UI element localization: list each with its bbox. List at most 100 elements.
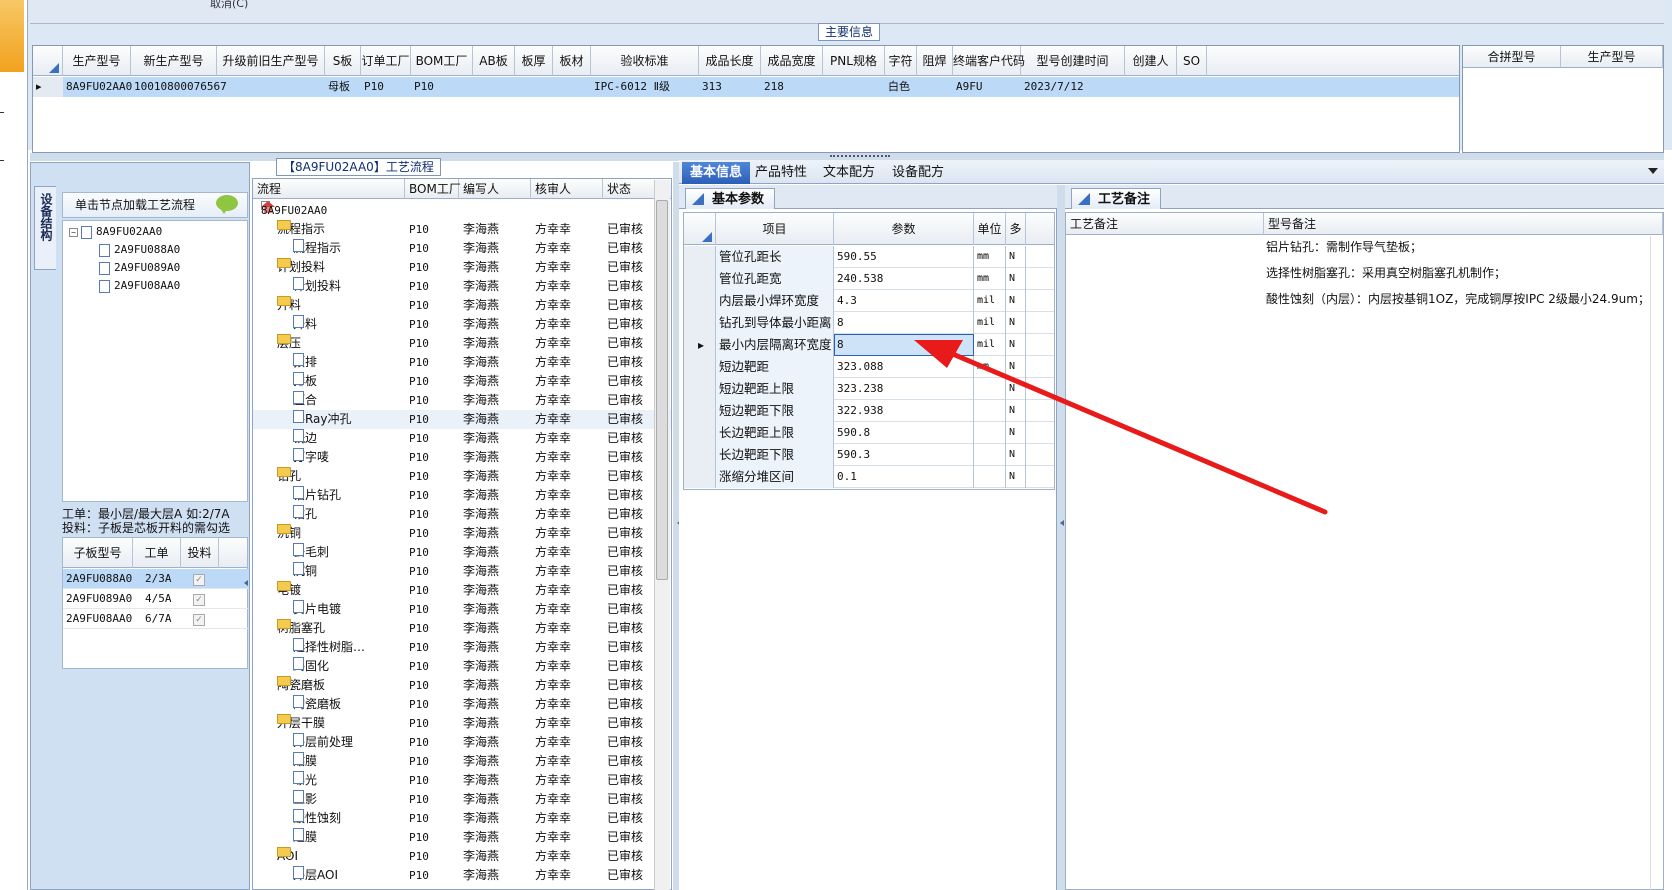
params-row[interactable]: 短边靶距下限 322.938 N bbox=[684, 400, 1054, 422]
params-row[interactable]: 内层最小焊环宽度 4.3 mil N bbox=[684, 290, 1054, 312]
param-value-cell[interactable]: 590.55 bbox=[834, 246, 974, 268]
params-col-header[interactable]: 参数 bbox=[834, 213, 974, 245]
vertical-splitter-b[interactable] bbox=[1057, 185, 1065, 890]
sub-board-grid[interactable]: 子板型号 工单 投料 2A9FU088A0 2/3A ✓ 2A9FU089A0 4/5A ✓ 2… bbox=[62, 537, 249, 669]
flow-row[interactable]: 钻孔 P10 李海燕 方幸幸 已审核 bbox=[253, 505, 671, 524]
sub-feed-cell[interactable]: ✓ bbox=[181, 609, 219, 629]
flow-row[interactable]: −电镀 P10 李海燕 方幸幸 已审核 bbox=[253, 581, 671, 600]
main-cell[interactable] bbox=[917, 77, 953, 97]
flow-row[interactable]: −外层干膜 P10 李海燕 方幸幸 已审核 bbox=[253, 714, 671, 733]
sub-grid-row[interactable]: 2A9FU088A0 2/3A ✓ bbox=[63, 569, 249, 589]
main-cell[interactable]: 10010800076567 bbox=[131, 77, 227, 97]
flow-row[interactable]: 外层AOI P10 李海燕 方幸幸 已审核 bbox=[253, 866, 671, 885]
flow-row[interactable]: 选择性树脂… P10 李海燕 方幸幸 已审核 bbox=[253, 638, 671, 657]
main-cell[interactable] bbox=[515, 77, 553, 97]
collapse-basic-arrow-icon[interactable] bbox=[1057, 520, 1064, 526]
main-cell[interactable]: A9FU bbox=[953, 77, 1021, 97]
main-col-header[interactable]: 升级前旧生产型号 bbox=[217, 46, 325, 76]
main-col-header[interactable]: 型号创建时间 bbox=[1021, 46, 1125, 76]
tab-2[interactable]: 文本配方 bbox=[815, 162, 883, 184]
params-row[interactable]: 管位孔距长 590.55 mm N bbox=[684, 246, 1054, 268]
flow-row[interactable]: 排板 P10 李海燕 方幸幸 已审核 bbox=[253, 372, 671, 391]
sub-col-header[interactable]: 工单 bbox=[133, 538, 181, 568]
orange-edge-tab[interactable] bbox=[0, 0, 24, 72]
process-flow-grid[interactable]: 流程BOM工厂编写人核审人状态 −8A9FU02AA0−流程指示P10李海燕方幸… bbox=[252, 178, 672, 890]
flow-row[interactable]: −钻孔 P10 李海燕 方幸幸 已审核 bbox=[253, 467, 671, 486]
collapse-left-arrow-icon[interactable] bbox=[241, 580, 248, 586]
flow-row[interactable]: −层压 P10 李海燕 方幸幸 已审核 bbox=[253, 334, 671, 353]
checkbox-checked-icon[interactable]: ✓ bbox=[193, 574, 205, 586]
flow-row[interactable]: 酸性蚀刻 P10 李海燕 方幸幸 已审核 bbox=[253, 809, 671, 828]
flow-row[interactable]: 压合 P10 李海燕 方幸幸 已审核 bbox=[253, 391, 671, 410]
main-col-header[interactable]: 新生产型号 bbox=[131, 46, 217, 76]
structure-tree-node[interactable]: 2A9FU08AA0 bbox=[99, 277, 180, 295]
sub-feed-cell[interactable]: ✓ bbox=[181, 589, 219, 609]
param-value-cell[interactable]: 322.938 bbox=[834, 400, 974, 422]
main-cell[interactable]: 8A9FU02AA0 bbox=[63, 77, 132, 97]
main-cell[interactable]: 白色 bbox=[885, 77, 917, 97]
sub-order-cell[interactable]: 2/3A bbox=[133, 569, 181, 589]
params-col-header[interactable]: 多 bbox=[1006, 213, 1026, 245]
main-cell[interactable]: 母板 bbox=[325, 77, 361, 97]
params-row[interactable]: 短边靶距上限 323.238 N bbox=[684, 378, 1054, 400]
flow-row[interactable]: −树脂塞孔 P10 李海燕 方幸幸 已审核 bbox=[253, 619, 671, 638]
flow-row[interactable]: −沉铜 P10 李海燕 方幸幸 已审核 bbox=[253, 524, 671, 543]
flow-row[interactable]: 沉铜 P10 李海燕 方幸幸 已审核 bbox=[253, 562, 671, 581]
flow-row[interactable]: 退膜 P10 李海燕 方幸幸 已审核 bbox=[253, 828, 671, 847]
main-col-header[interactable]: 验收标准 bbox=[591, 46, 699, 76]
flow-row[interactable]: 计划投料 P10 李海燕 方幸幸 已审核 bbox=[253, 277, 671, 296]
main-cell[interactable]: P10 bbox=[411, 77, 473, 97]
notes-col-header[interactable]: 工艺备注 bbox=[1066, 213, 1264, 235]
flow-row[interactable]: 开料 P10 李海燕 方幸幸 已审核 bbox=[253, 315, 671, 334]
main-col-header[interactable]: BOM工厂 bbox=[411, 46, 473, 76]
process-notes-subtab[interactable]: 工艺备注 bbox=[1071, 188, 1162, 209]
flow-col-header[interactable]: 核审人 bbox=[531, 179, 603, 199]
flow-row[interactable]: 陶瓷磨板 P10 李海燕 方幸幸 已审核 bbox=[253, 695, 671, 714]
param-value-cell[interactable]: 8 bbox=[834, 312, 974, 334]
tree-collapse-icon[interactable]: − bbox=[69, 227, 78, 237]
flow-row[interactable]: 负片电镀 P10 李海燕 方幸幸 已审核 bbox=[253, 600, 671, 619]
main-col-header[interactable]: 阻焊 bbox=[917, 46, 953, 76]
structure-tree-node[interactable]: 2A9FU088A0 bbox=[99, 241, 180, 259]
main-col-header[interactable]: S板 bbox=[325, 46, 361, 76]
flow-row[interactable]: 流程指示 P10 李海燕 方幸幸 已审核 bbox=[253, 239, 671, 258]
notes-scrollbar[interactable] bbox=[1650, 236, 1662, 890]
main-cell[interactable] bbox=[217, 77, 325, 97]
sub-model-cell[interactable]: 2A9FU088A0 bbox=[63, 569, 133, 589]
main-col-header[interactable]: 成品宽度 bbox=[761, 46, 823, 76]
structure-tree-node[interactable]: − 8A9FU02AA0 bbox=[69, 223, 162, 241]
flow-row[interactable]: 预排 P10 李海燕 方幸幸 已审核 bbox=[253, 353, 671, 372]
params-row[interactable]: 管位孔距宽 240.538 mm N bbox=[684, 268, 1054, 290]
main-col-header[interactable]: 创建人 bbox=[1125, 46, 1177, 76]
notes-col-header[interactable]: 型号备注 bbox=[1264, 213, 1663, 235]
main-cell[interactable]: 218 bbox=[761, 77, 823, 97]
param-value-cell[interactable]: 323.088 bbox=[834, 356, 974, 378]
flow-row[interactable]: −AOI P10 李海燕 方幸幸 已审核 bbox=[253, 847, 671, 866]
main-col-header[interactable]: 板材 bbox=[553, 46, 591, 76]
structure-vertical-tab[interactable]: 设备结构 bbox=[34, 186, 56, 270]
flow-scrollbar-thumb[interactable] bbox=[656, 200, 668, 580]
basic-params-grid[interactable]: 项目 参数 单位多 管位孔距长 590.55 mm N 管位孔距宽 240.538 mm N 内层最… bbox=[683, 212, 1055, 490]
main-col-header[interactable]: PNL规格 bbox=[823, 46, 885, 76]
main-cell[interactable] bbox=[1125, 77, 1177, 97]
basic-params-subtab[interactable]: 基本参数 bbox=[685, 188, 776, 209]
main-cell[interactable]: P10 bbox=[361, 77, 411, 97]
tab-1[interactable]: 产品特性 bbox=[747, 162, 815, 184]
main-col-header[interactable]: 终端客户代码 bbox=[953, 46, 1025, 76]
flow-col-header[interactable]: 流程 bbox=[253, 179, 405, 199]
flow-row[interactable]: −陶瓷磨板 P10 李海燕 方幸幸 已审核 bbox=[253, 676, 671, 695]
param-value-cell[interactable]: 4.3 bbox=[834, 290, 974, 312]
tab-0[interactable]: 基本信息 bbox=[682, 162, 751, 184]
main-grid-row[interactable]: ▸ 8A9FU02AA0 10010800076567 母板 P10 P10 IPC-601… bbox=[33, 77, 1459, 97]
param-value-cell[interactable]: 8 bbox=[834, 334, 974, 356]
flow-row[interactable]: 曝光 P10 李海燕 方幸幸 已审核 bbox=[253, 771, 671, 790]
params-row[interactable]: ▸ 最小内层隔离环宽度 8 mil N bbox=[684, 334, 1054, 356]
flow-row[interactable]: X-Ray冲孔 P10 李海燕 方幸幸 已审核 bbox=[253, 410, 671, 429]
main-cell[interactable] bbox=[823, 77, 885, 97]
flow-row[interactable]: −计划投料 P10 李海燕 方幸幸 已审核 bbox=[253, 258, 671, 277]
flow-row[interactable]: 显影 P10 李海燕 方幸幸 已审核 bbox=[253, 790, 671, 809]
flow-col-header[interactable]: 编写人 bbox=[459, 179, 531, 199]
side-col-header[interactable]: 生产型号 bbox=[1561, 46, 1663, 68]
main-cell[interactable] bbox=[473, 77, 515, 97]
flow-row[interactable]: 贴膜 P10 李海燕 方幸幸 已审核 bbox=[253, 752, 671, 771]
